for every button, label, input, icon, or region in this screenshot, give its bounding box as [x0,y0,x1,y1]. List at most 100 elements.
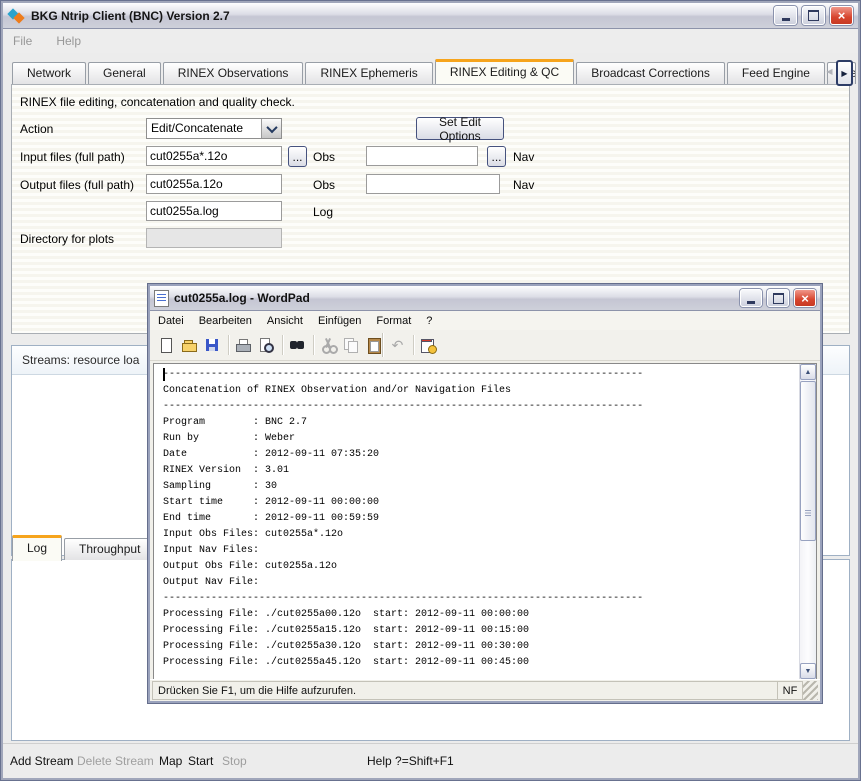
close-button[interactable]: × [830,6,853,25]
bnc-window-title: BKG Ntrip Client (BNC) Version 2.7 [31,9,769,23]
print-icon[interactable] [235,337,252,354]
arrow-left-icon[interactable]: ◀ [823,60,836,82]
input-nav-browse-button[interactable]: ... [487,146,506,167]
log-line: Processing File: ./cut0255a30.12o start:… [163,639,800,655]
tab[interactable]: Network [12,62,86,84]
bnc-menubar: File Help [3,29,858,53]
log-line: Program : BNC 2.7 [163,415,800,431]
tab[interactable]: Log [12,535,62,561]
maximize-icon [808,10,819,21]
tab[interactable]: RINEX Ephemeris [305,62,432,84]
log-line: Processing File: ./cut0255a00.12o start:… [163,607,800,623]
plots-directory-field [146,228,282,248]
close-icon: × [801,291,809,306]
chevron-down-icon [266,121,277,132]
tab-scroll-buttons: ◀ ▶ [823,60,853,86]
input-files-label: Input files (full path) [20,150,125,164]
tab[interactable]: RINEX Observations [163,62,304,84]
status-message: Drücken Sie F1, um die Hilfe aufzurufen. [152,681,777,700]
wordpad-toolbar: ↶ [150,330,820,361]
menu-item[interactable]: Bearbeiten [199,315,252,327]
map-action[interactable]: Map [159,744,182,778]
minimize-icon [782,18,790,21]
input-obs-field[interactable] [146,146,282,166]
numlock-indicator: NF [777,681,803,700]
action-label: Action [20,122,53,136]
input-obs-browse-button[interactable]: ... [288,146,307,167]
log-line: Processing File: ./cut0255a45.12o start:… [163,655,800,671]
save-icon[interactable] [204,337,221,354]
log-line: Processing File: ./cut0255a15.12o start:… [163,623,800,639]
menu-item[interactable]: Format [376,315,411,327]
toolbar-separator [413,335,415,355]
toolbar-separator [282,335,284,355]
tab[interactable]: RINEX Editing & QC [435,59,574,84]
output-nav-field[interactable] [366,174,500,194]
maximize-button[interactable] [767,289,789,307]
scroll-up-icon[interactable]: ▲ [800,364,816,380]
input-nav-field[interactable] [366,146,478,166]
print-preview-icon[interactable] [258,337,275,354]
find-icon[interactable] [289,337,306,354]
close-icon: × [838,8,846,23]
stop-action: Stop [222,744,247,778]
toolbar-separator [228,335,230,355]
add-stream-action[interactable]: Add Stream [10,744,73,778]
maximize-icon [773,293,784,304]
scrollbar-thumb[interactable] [800,381,816,541]
log-line: RINEX Version : 3.01 [163,463,800,479]
toolbar-separator [313,335,315,355]
maximize-button[interactable] [802,6,825,25]
toolbar-band-divider [382,333,384,357]
log-throughput-tabbar: LogThroughput [12,532,157,560]
log-line: Sampling : 30 [163,479,800,495]
wordpad-titlebar: cut0255a.log - WordPad × [150,286,820,311]
log-line: Output Nav File: [163,575,800,591]
log-line: Output Obs File: cut0255a.12o [163,559,800,575]
scrollbar-grip [805,510,811,516]
set-edit-options-button[interactable]: Set Edit Options [416,117,504,140]
log-line: Input Nav Files: [163,543,800,559]
log-line: Run by : Weber [163,431,800,447]
action-combobox-value: Edit/Concatenate [147,119,261,138]
output-log-field[interactable] [146,201,282,221]
output-files-label: Output files (full path) [20,178,134,192]
menu-item[interactable]: File [13,34,32,48]
vertical-scrollbar[interactable]: ▲ ▼ [799,364,816,679]
menu-item[interactable]: Datei [158,315,184,327]
menu-item[interactable]: ? [426,315,432,327]
paste-icon[interactable] [366,337,383,354]
wordpad-document-area[interactable]: ----------------------------------------… [153,363,817,680]
combobox-dropdown-button[interactable] [261,119,281,138]
new-document-icon[interactable] [158,337,175,354]
action-combobox[interactable]: Edit/Concatenate [146,118,282,139]
bnc-titlebar: BKG Ntrip Client (BNC) Version 2.7 × [3,3,858,29]
scroll-down-icon[interactable]: ▼ [800,663,816,679]
output-obs-field[interactable] [146,174,282,194]
nav-label: Nav [513,150,534,164]
bnc-app-icon [8,8,26,24]
resize-grip[interactable] [803,681,818,700]
minimize-button[interactable] [740,289,762,307]
tab[interactable]: Throughput [64,538,155,560]
arrow-right-icon[interactable]: ▶ [836,60,853,86]
start-action[interactable]: Start [188,744,213,778]
close-button[interactable]: × [794,289,816,307]
menu-item[interactable]: Einfügen [318,315,361,327]
menu-item[interactable]: Ansicht [267,315,303,327]
tab[interactable]: Feed Engine [727,62,825,84]
open-icon[interactable] [181,337,198,354]
obs-label: Obs [313,150,335,164]
bnc-action-toolbar: Add Stream Delete Stream Map Start Stop … [3,743,858,778]
log-line: Concatenation of RINEX Observation and/o… [163,383,800,399]
nav-label: Nav [513,178,534,192]
tab[interactable]: General [88,62,161,84]
wordpad-statusbar: Drücken Sie F1, um die Hilfe aufzurufen.… [150,679,820,701]
date-time-icon[interactable] [420,337,437,354]
menu-item[interactable]: Help [56,34,81,48]
minimize-button[interactable] [774,6,797,25]
panel-intro-text: RINEX file editing, concatenation and qu… [20,95,295,109]
tab[interactable]: Broadcast Corrections [576,62,725,84]
text-caret [163,368,165,381]
wordpad-app-icon [154,290,169,307]
